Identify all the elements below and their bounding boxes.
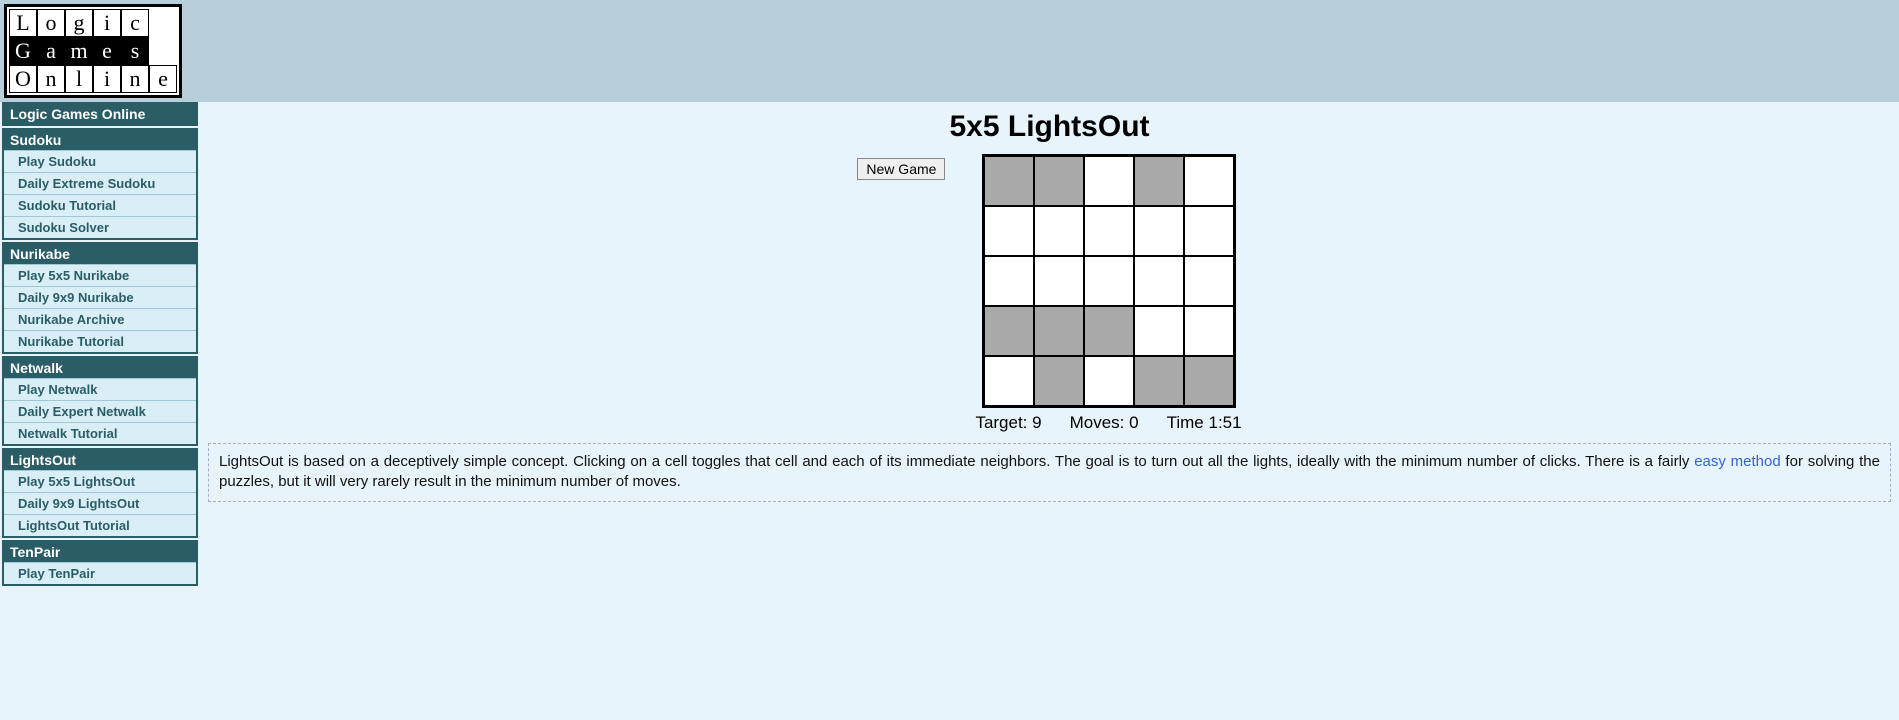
- board-cell[interactable]: [984, 156, 1034, 206]
- nav-item[interactable]: Netwalk Tutorial: [4, 422, 196, 444]
- board-cell[interactable]: [1034, 256, 1084, 306]
- game-board: [982, 154, 1236, 408]
- board-cell[interactable]: [984, 356, 1034, 406]
- board-cell[interactable]: [1134, 156, 1184, 206]
- stat-moves: Moves: 0: [1070, 413, 1139, 433]
- logo-letter: g: [65, 9, 93, 37]
- board-cell[interactable]: [984, 206, 1034, 256]
- logo-letter: l: [65, 65, 93, 93]
- board-cell[interactable]: [1034, 206, 1084, 256]
- logo-letter: i: [93, 9, 121, 37]
- game-stats: Target: 9 Moves: 0 Time 1:51: [975, 413, 1241, 433]
- page-title: 5x5 LightsOut: [208, 110, 1891, 144]
- logo-letter: G: [9, 37, 37, 65]
- nav-item[interactable]: Play Sudoku: [4, 150, 196, 172]
- site-logo[interactable]: LogicGamesOnline: [4, 4, 182, 98]
- board-cell[interactable]: [1084, 356, 1134, 406]
- board-cell[interactable]: [1084, 306, 1134, 356]
- board-cell[interactable]: [984, 256, 1034, 306]
- logo-letter: m: [65, 37, 93, 65]
- nav-item[interactable]: LightsOut Tutorial: [4, 514, 196, 536]
- board-cell[interactable]: [1134, 206, 1184, 256]
- board-cell[interactable]: [1084, 206, 1134, 256]
- nav-item[interactable]: Play Netwalk: [4, 378, 196, 400]
- new-game-button[interactable]: New Game: [857, 158, 945, 180]
- logo-letter: i: [93, 65, 121, 93]
- board-cell[interactable]: [1184, 356, 1234, 406]
- nav-header[interactable]: TenPair: [4, 542, 196, 562]
- nav-item[interactable]: Sudoku Tutorial: [4, 194, 196, 216]
- logo-letter: e: [93, 37, 121, 65]
- logo-letter: s: [121, 37, 149, 65]
- board-cell[interactable]: [1034, 306, 1084, 356]
- logo-letter: L: [9, 9, 37, 37]
- nav-header[interactable]: LightsOut: [4, 450, 196, 470]
- nav-item[interactable]: Play 5x5 LightsOut: [4, 470, 196, 492]
- main-content: 5x5 LightsOut New Game Target: 9 Moves: …: [200, 102, 1899, 510]
- board-cell[interactable]: [1184, 306, 1234, 356]
- board-cell[interactable]: [1134, 306, 1184, 356]
- nav-item[interactable]: Daily Expert Netwalk: [4, 400, 196, 422]
- easy-method-link[interactable]: easy method: [1694, 453, 1780, 470]
- board-cell[interactable]: [1034, 356, 1084, 406]
- board-cell[interactable]: [1184, 206, 1234, 256]
- logo-letter: c: [121, 9, 149, 37]
- board-cell[interactable]: [1034, 156, 1084, 206]
- board-cell[interactable]: [1134, 256, 1184, 306]
- logo-letter: a: [37, 37, 65, 65]
- logo-letter: n: [121, 65, 149, 93]
- nav-item[interactable]: Sudoku Solver: [4, 216, 196, 238]
- nav-item[interactable]: Daily 9x9 LightsOut: [4, 492, 196, 514]
- nav-header[interactable]: Netwalk: [4, 358, 196, 378]
- board-cell[interactable]: [1134, 356, 1184, 406]
- logo-letter: o: [37, 9, 65, 37]
- logo-letter: e: [149, 65, 177, 93]
- nav-item[interactable]: Nurikabe Archive: [4, 308, 196, 330]
- description-text: LightsOut is based on a deceptively simp…: [219, 453, 1694, 470]
- board-cell[interactable]: [1184, 156, 1234, 206]
- nav-item[interactable]: Daily 9x9 Nurikabe: [4, 286, 196, 308]
- board-cell[interactable]: [1184, 256, 1234, 306]
- logo-letter: n: [37, 65, 65, 93]
- description-box: LightsOut is based on a deceptively simp…: [208, 443, 1891, 502]
- nav-item[interactable]: Play TenPair: [4, 562, 196, 584]
- sidebar: Logic Games OnlineSudokuPlay SudokuDaily…: [0, 102, 200, 588]
- board-cell[interactable]: [1084, 256, 1134, 306]
- nav-item[interactable]: Nurikabe Tutorial: [4, 330, 196, 352]
- board-cell[interactable]: [984, 306, 1034, 356]
- nav-item[interactable]: Daily Extreme Sudoku: [4, 172, 196, 194]
- stat-time: Time 1:51: [1167, 413, 1242, 433]
- board-cell[interactable]: [1084, 156, 1134, 206]
- nav-header[interactable]: Logic Games Online: [4, 104, 196, 124]
- nav-header[interactable]: Nurikabe: [4, 244, 196, 264]
- logo-letter: O: [9, 65, 37, 93]
- nav-header[interactable]: Sudoku: [4, 130, 196, 150]
- stat-target: Target: 9: [975, 413, 1041, 433]
- nav-item[interactable]: Play 5x5 Nurikabe: [4, 264, 196, 286]
